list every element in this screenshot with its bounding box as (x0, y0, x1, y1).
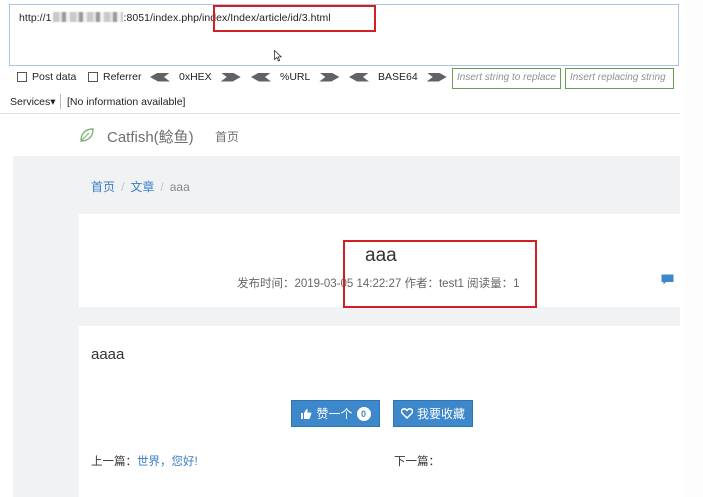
replace-with-input[interactable]: Insert replacing string (565, 68, 674, 89)
info-text: [No information available] (67, 96, 186, 108)
base64-label: BASE64 (378, 71, 418, 83)
prev-label: 上一篇： (91, 456, 137, 468)
thumbs-up-icon (301, 408, 312, 419)
hex-label: 0xHEX (179, 71, 212, 83)
referrer-checkbox[interactable] (88, 72, 98, 82)
like-count-badge: 0 (356, 406, 371, 421)
prev-article-link[interactable]: 世界，您好! (137, 456, 198, 468)
separator (60, 94, 61, 109)
leaf-logo-icon[interactable] (78, 126, 96, 144)
url-encode-label: %URL (280, 71, 311, 83)
nav-home-link[interactable]: 首页 (215, 128, 239, 145)
hex-encoder[interactable]: 0xHEX (150, 71, 241, 83)
window-scroll-edge (684, 0, 703, 497)
arrow-left-icon[interactable] (150, 72, 170, 82)
post-data-checkbox[interactable] (17, 72, 27, 82)
site-brand[interactable]: Catfish(鲶鱼) (107, 126, 194, 147)
site-header: Catfish(鲶鱼) 首页 (0, 114, 680, 156)
breadcrumb-current: aaa (169, 180, 190, 194)
services-label: Services (10, 96, 51, 108)
breadcrumb: 首页 / 文章 / aaa (91, 178, 190, 195)
arrow-right-icon[interactable] (220, 72, 241, 82)
arrow-right-icon[interactable] (319, 72, 340, 82)
replace-search-input[interactable]: Insert string to replace (452, 68, 561, 89)
referrer-label: Referrer (103, 71, 142, 83)
favorite-button[interactable]: 我要收藏 (393, 400, 473, 427)
services-bar: Services▾ [No information available] (0, 92, 680, 112)
services-menu[interactable]: Services▾ (10, 96, 56, 108)
mouse-cursor-icon (274, 50, 282, 62)
breadcrumb-home[interactable]: 首页 (91, 180, 115, 194)
base64-encoder[interactable]: BASE64 (349, 71, 447, 83)
url-encoder[interactable]: %URL (251, 71, 340, 83)
comment-icon[interactable] (661, 274, 674, 285)
breadcrumb-separator: / (121, 180, 125, 194)
arrow-left-icon[interactable] (251, 72, 271, 82)
next-label: 下一篇： (394, 456, 440, 468)
redacted-host (52, 12, 123, 22)
next-article: 下一篇： (394, 453, 440, 469)
post-data-option[interactable]: Post data (17, 71, 76, 83)
arrow-left-icon[interactable] (349, 72, 369, 82)
like-button[interactable]: 赞一个 0 (291, 400, 380, 427)
prev-article: 上一篇：世界，您好! (91, 453, 198, 469)
article-body: aaaa (91, 346, 125, 363)
arrow-right-icon[interactable] (426, 72, 447, 82)
url-prefix: http://1 (19, 12, 52, 24)
dropdown-icon: ▾ (50, 96, 56, 108)
heart-icon (400, 408, 413, 419)
article-highlight-box (343, 240, 537, 308)
referrer-option[interactable]: Referrer (88, 71, 142, 83)
breadcrumb-category[interactable]: 文章 (130, 180, 154, 194)
favorite-label: 我要收藏 (416, 407, 465, 421)
post-data-label: Post data (32, 71, 77, 83)
screenshot-root: http://1:8051/index.php/index/Index/arti… (0, 0, 703, 497)
breadcrumb-separator: / (160, 180, 164, 194)
url-highlight-box (213, 5, 376, 32)
like-label: 赞一个 (316, 407, 353, 421)
